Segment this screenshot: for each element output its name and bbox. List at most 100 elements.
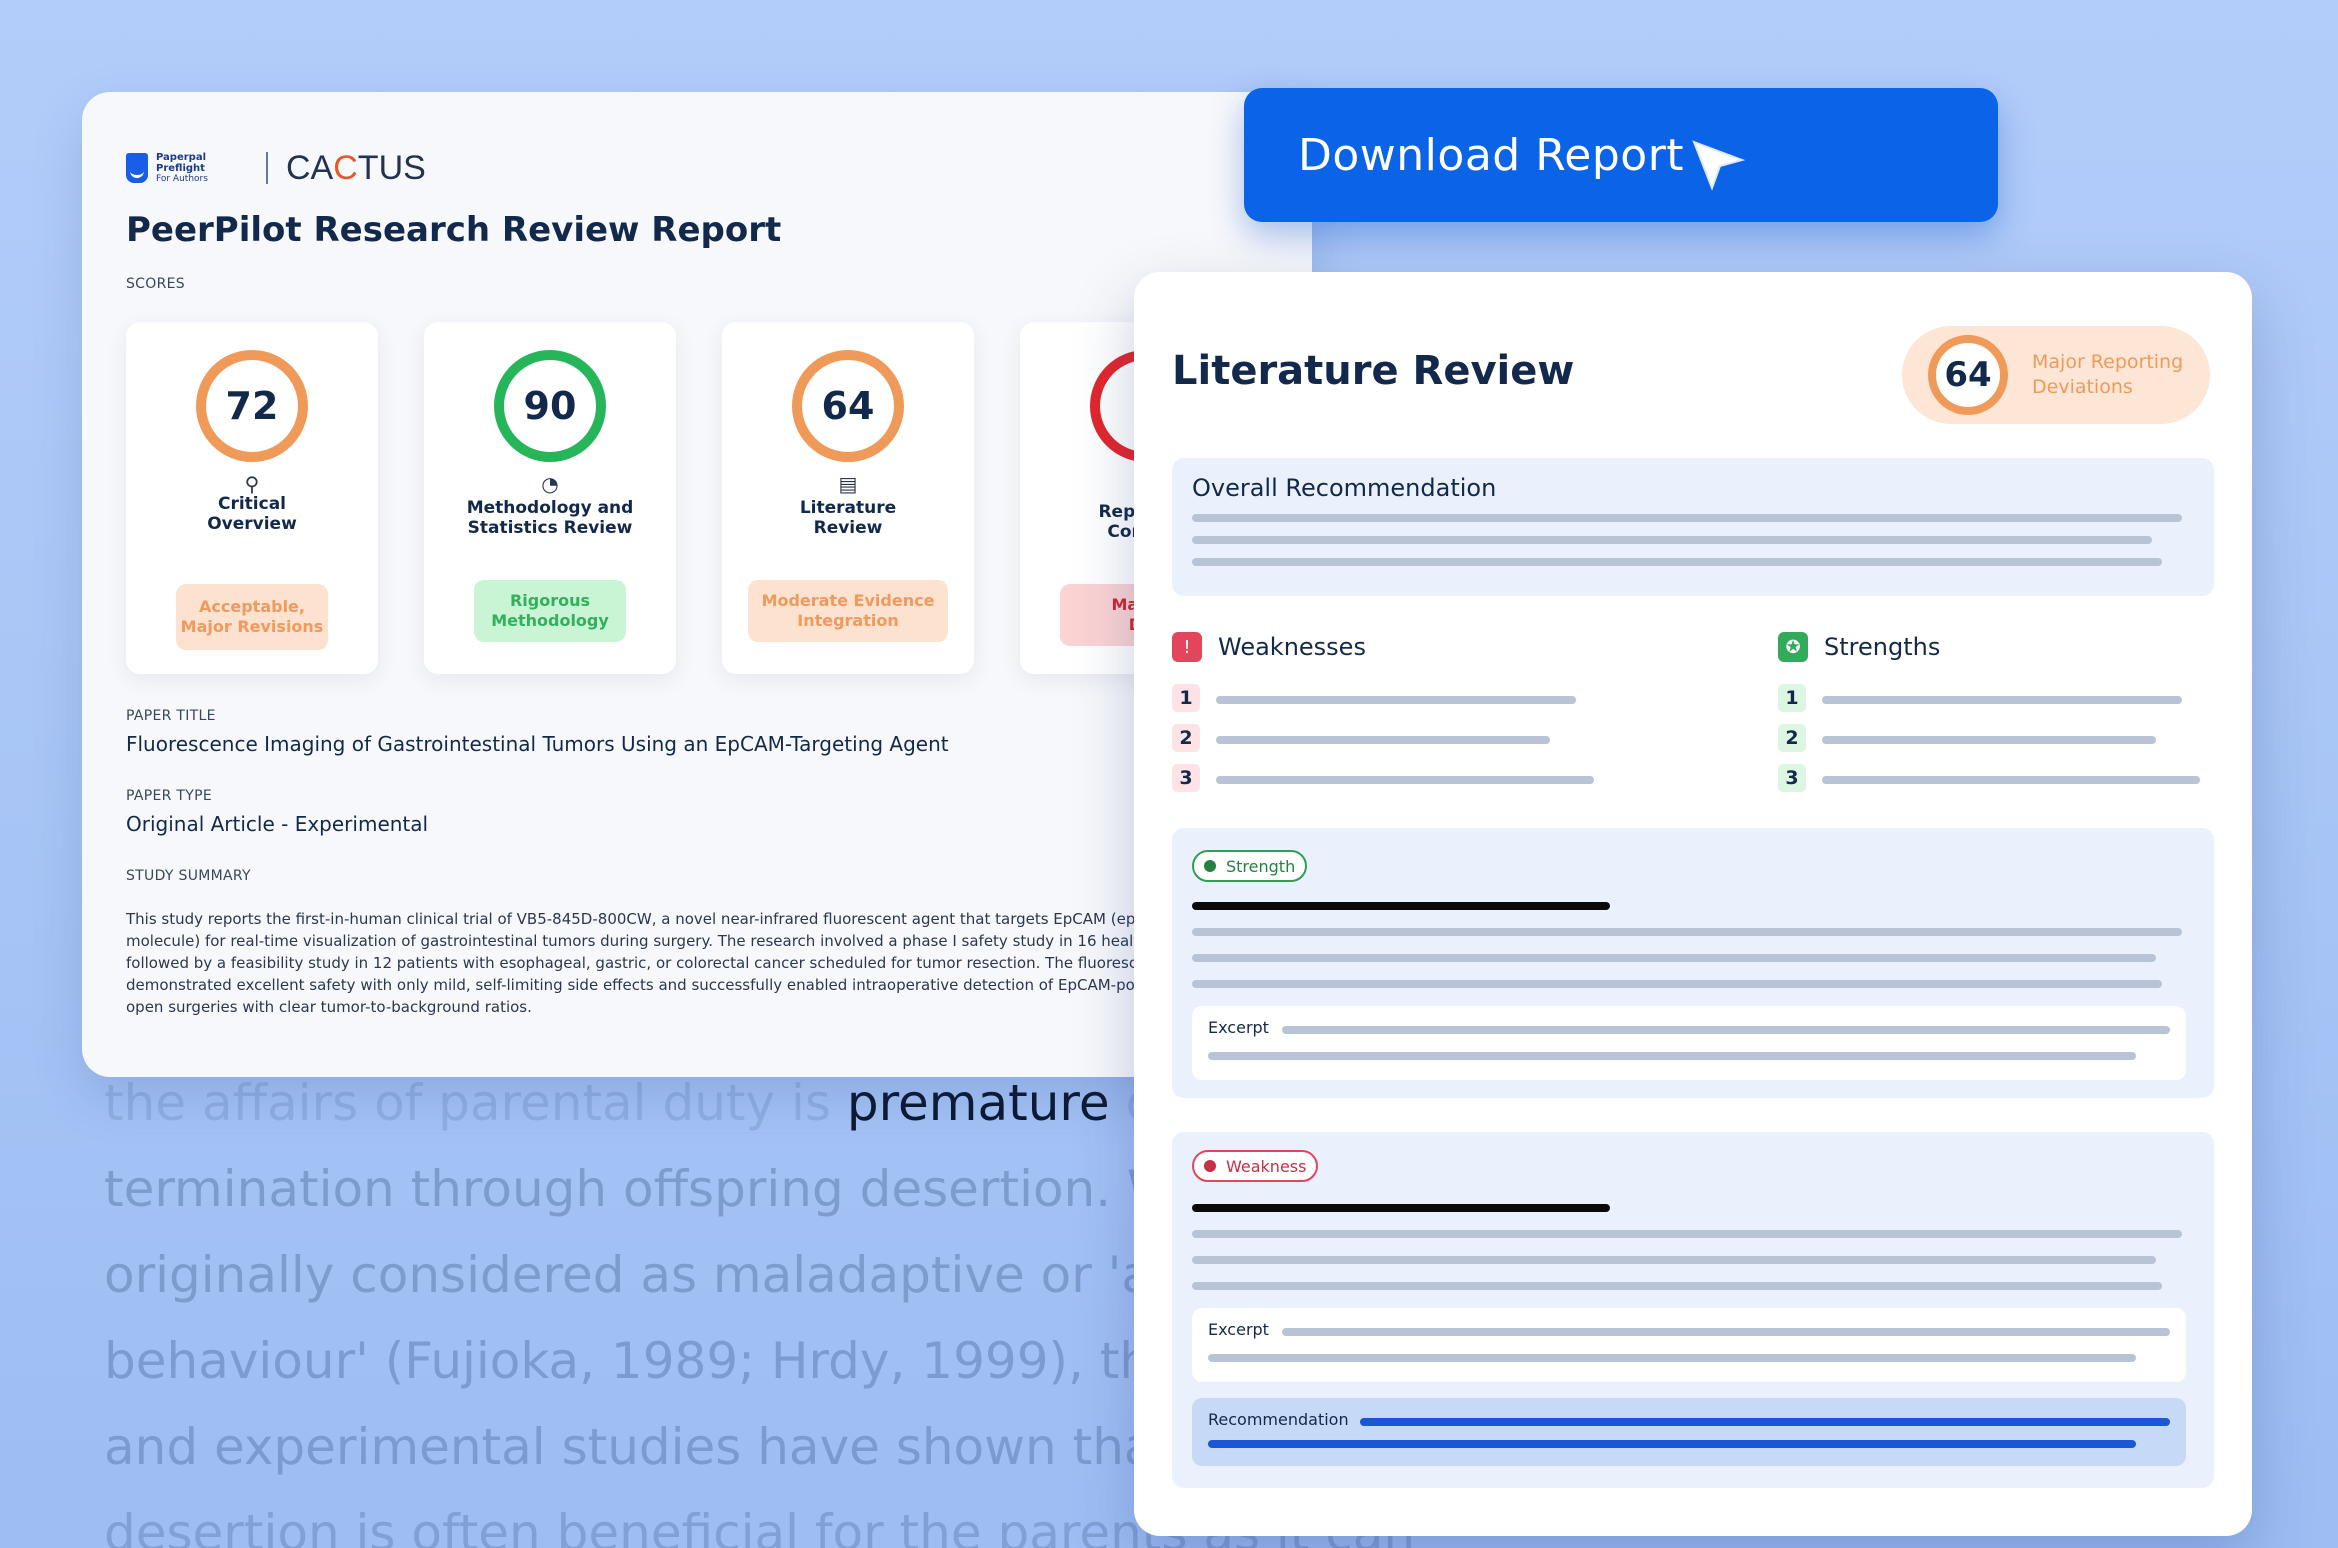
literature-review-panel: Literature Review 64 Major Reporting Devi… [1134, 272, 2252, 1536]
stage: the affairs of parental duty is prematur… [0, 0, 2338, 1548]
excerpt-label: Excerpt [1208, 1320, 1269, 1339]
panel-score-pill: 64 Major Reporting Deviations [1902, 326, 2210, 424]
cactus-part-1: CA [286, 148, 334, 187]
score-card-methodology[interactable]: 90 ◔ Methodology and Statistics Review Ri… [424, 322, 676, 674]
bg-line-2: originally considered as maladaptive or … [104, 1246, 1315, 1304]
report-title: PeerPilot Research Review Report [126, 210, 782, 250]
placeholder-line [1822, 736, 2156, 744]
bg-line-1: termination through offspring desertion.… [104, 1160, 1282, 1218]
research-review-report-card: Paperpal Preflight For Authors CACTUS Pee… [82, 92, 1312, 1077]
weakness-detail-box: Weakness Excerpt Recommendation [1172, 1132, 2214, 1488]
score-name-line: Review [813, 518, 883, 538]
score-badge: Moderate Evidence Integration [748, 580, 948, 642]
study-summary-label: STUDY SUMMARY [126, 868, 251, 884]
excerpt-label: Excerpt [1208, 1018, 1269, 1037]
download-report-button[interactable]: Download Report [1244, 88, 1998, 222]
score-ring: 90 [494, 350, 606, 462]
summary-line: followed by a feasibility study in 12 pa… [126, 954, 1173, 972]
bg-line-4: and experimental studies have shown that… [104, 1418, 1282, 1476]
placeholder-line [1192, 954, 2156, 962]
download-report-label: Download Report [1298, 129, 1685, 181]
panel-score-ring: 64 [1928, 335, 2008, 415]
score-name: Critical Overview [126, 494, 378, 534]
placeholder-heading-line [1192, 902, 1610, 910]
placeholder-line [1192, 558, 2162, 566]
paper-type-label: PAPER TYPE [126, 788, 212, 804]
strength-number: 2 [1778, 724, 1806, 752]
weaknesses-heading: ! Weaknesses [1172, 632, 1366, 662]
placeholder-line [1208, 1052, 2136, 1060]
strength-tag-label: Strength [1226, 856, 1296, 876]
placeholder-line [1192, 1230, 2182, 1238]
weakness-tag-label: Weakness [1226, 1156, 1307, 1176]
placeholder-line [1192, 1256, 2156, 1264]
score-ring: 72 [196, 350, 308, 462]
score-name: Literature Review [722, 498, 974, 538]
overall-recommendation-heading: Overall Recommendation [1192, 474, 1497, 502]
brand-divider [266, 152, 268, 184]
panel-score-label: Major Reporting Deviations [2032, 350, 2183, 400]
placeholder-line [1192, 980, 2162, 988]
summary-line: molecule) for real-time visualization of… [126, 932, 1181, 950]
placeholder-line [1216, 776, 1594, 784]
panel-title: Literature Review [1172, 348, 1575, 394]
placeholder-heading-line [1192, 1204, 1610, 1212]
score-name-line: Statistics Review [467, 518, 633, 538]
score-label-line: Major Reporting [2032, 351, 2184, 373]
placeholder-line [1216, 736, 1550, 744]
study-summary: This study reports the first-in-human cl… [126, 908, 1306, 1018]
excerpt-box: Excerpt [1192, 1006, 2186, 1080]
cactus-accent: C [333, 148, 358, 187]
strengths-label: Strengths [1824, 633, 1941, 661]
placeholder-line [1208, 1440, 2136, 1448]
score-name-line: Literature [799, 498, 897, 518]
magnifier-chart-icon: ⚲ [244, 472, 260, 496]
weakness-number: 2 [1172, 724, 1200, 752]
placeholder-line [1282, 1026, 2170, 1034]
overall-recommendation-box: Overall Recommendation [1172, 458, 2214, 596]
recommendation-label: Recommendation [1208, 1410, 1349, 1429]
placeholder-line [1360, 1418, 2170, 1426]
placeholder-line [1822, 696, 2182, 704]
badge-line: Methodology [491, 611, 609, 630]
badge-line: Major Revisions [180, 617, 324, 636]
paperpal-wordmark: Paperpal Preflight For Authors [156, 152, 256, 185]
score-card-literature-review[interactable]: 64 ▤ Literature Review Moderate Evidence I… [722, 322, 974, 674]
badge-line: Rigorous [509, 591, 591, 610]
placeholder-line [1192, 1282, 2162, 1290]
bg-highlight-word: premature [846, 1074, 1110, 1132]
alert-icon: ! [1172, 632, 1202, 662]
brand-sub: For Authors [156, 173, 208, 184]
strength-detail-box: Strength Excerpt [1172, 828, 2214, 1098]
bg-line-0-pre: the affairs of parental duty is [104, 1074, 847, 1132]
weaknesses-label: Weaknesses [1218, 633, 1366, 661]
placeholder-line [1192, 514, 2182, 522]
summary-line: demonstrated excellent safety with only … [126, 976, 1175, 994]
badge-line: Moderate Evidence [761, 591, 935, 610]
red-dot-icon [1204, 1160, 1216, 1172]
award-icon: ✪ [1778, 632, 1808, 662]
placeholder-line [1208, 1354, 2136, 1362]
weakness-number: 3 [1172, 764, 1200, 792]
score-name-line: Critical [217, 494, 287, 514]
paperpal-logo-icon [126, 153, 148, 183]
placeholder-line [1216, 696, 1576, 704]
paper-title-label: PAPER TITLE [126, 708, 216, 724]
score-name-line: Methodology and [466, 498, 634, 518]
score-label-line: Deviations [2032, 376, 2133, 398]
weakness-tag: Weakness [1192, 1150, 1319, 1182]
bg-line-5: desertion is often beneficial for the pa… [104, 1504, 1416, 1548]
summary-line: open surgeries with clear tumor-to-backg… [126, 998, 532, 1016]
bg-line-3: behaviour' (Fujioka, 1989; Hrdy, 1999), … [104, 1332, 1283, 1390]
badge-line: Acceptable, [199, 597, 305, 616]
excerpt-box: Excerpt [1192, 1308, 2186, 1382]
green-dot-icon [1204, 860, 1216, 872]
strengths-heading: ✪ Strengths [1778, 632, 1940, 662]
scores-label: SCORES [126, 276, 185, 292]
brand-name: Paperpal Preflight [156, 151, 207, 174]
paper-title: Fluorescence Imaging of Gastrointestinal… [126, 732, 949, 756]
paper-type: Original Article - Experimental [126, 812, 429, 836]
score-badge: Acceptable, Major Revisions [176, 584, 328, 650]
score-card-critical-overview[interactable]: 72 ⚲ Critical Overview Acceptable, Major R… [126, 322, 378, 674]
badge-line: Integration [797, 611, 899, 630]
